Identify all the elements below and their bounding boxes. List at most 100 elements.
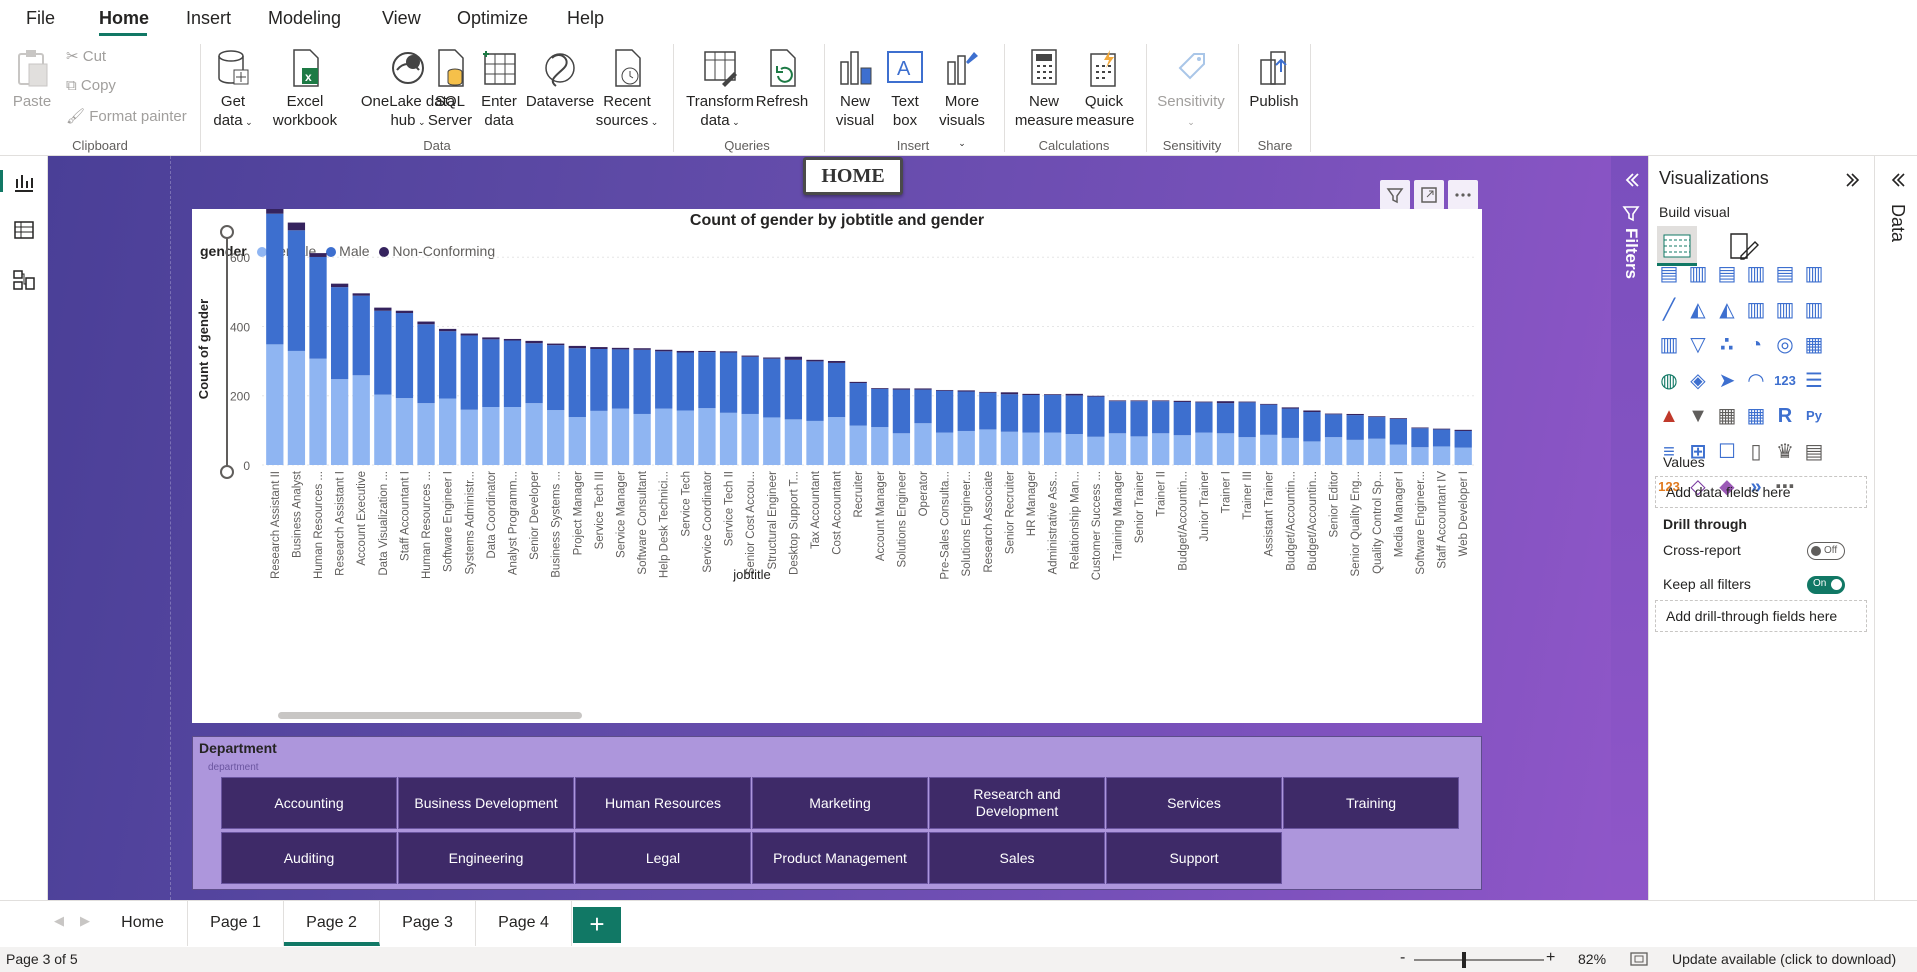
- azure-map-visual-icon[interactable]: ➤: [1715, 369, 1739, 393]
- recent-sources-button[interactable]: Recent sources ⌄: [594, 48, 660, 132]
- home-nav-button[interactable]: HOME: [803, 157, 903, 195]
- gauge-visual-icon[interactable]: ◠: [1744, 369, 1768, 393]
- funnel-visual-icon[interactable]: ▽: [1686, 333, 1710, 357]
- 100-bar-visual-icon[interactable]: ▤: [1773, 262, 1797, 286]
- new-visual-button[interactable]: New visual: [834, 48, 876, 130]
- tab-home[interactable]: Home: [98, 901, 188, 946]
- slicer-visual-icon[interactable]: ▼: [1686, 404, 1710, 428]
- paste-button[interactable]: Paste: [12, 48, 52, 111]
- filter-visual-button[interactable]: [1380, 180, 1410, 210]
- clustered-bar-visual-icon[interactable]: ▤: [1715, 262, 1739, 286]
- filled-map-visual-icon[interactable]: ◈: [1686, 369, 1710, 393]
- tab-page-4[interactable]: Page 4: [476, 901, 572, 946]
- slicer-item-support[interactable]: Support: [1106, 832, 1282, 884]
- tab-page-2[interactable]: Page 2: [284, 901, 380, 946]
- data-pane-collapsed[interactable]: Data: [1875, 156, 1917, 900]
- expand-filters-icon[interactable]: [1621, 170, 1641, 190]
- format-painter-button[interactable]: 🖌 Format painter: [66, 107, 187, 125]
- zoom-out-icon[interactable]: -: [1400, 949, 1405, 967]
- filters-pane-collapsed[interactable]: Filters: [1611, 156, 1649, 900]
- matrix-visual-icon[interactable]: ▦: [1744, 404, 1768, 428]
- line-clustered-visual-icon[interactable]: ▥: [1773, 298, 1797, 322]
- paginated-visual-icon[interactable]: ▤: [1802, 440, 1826, 464]
- 100-column-visual-icon[interactable]: ▥: [1802, 262, 1826, 286]
- pie-visual-icon[interactable]: ◔: [1744, 333, 1768, 357]
- text-box-button[interactable]: A Text box: [884, 48, 926, 130]
- fit-to-page-icon[interactable]: [1630, 951, 1648, 967]
- donut-visual-icon[interactable]: ◎: [1773, 333, 1797, 357]
- stacked-column-visual-icon[interactable]: ▥: [1686, 262, 1710, 286]
- map-visual-icon[interactable]: ◍: [1657, 369, 1681, 393]
- waterfall-visual-icon[interactable]: ▥: [1657, 333, 1681, 357]
- add-page-button[interactable]: +: [573, 907, 621, 943]
- menu-home[interactable]: Home: [99, 8, 149, 29]
- metrics-visual-icon[interactable]: ♛: [1773, 440, 1797, 464]
- slicer-item-human-resources[interactable]: Human Resources: [575, 777, 751, 829]
- kpi-visual-icon[interactable]: ▲: [1657, 404, 1681, 428]
- tab-page-3[interactable]: Page 3: [380, 901, 476, 946]
- focus-mode-button[interactable]: [1414, 180, 1444, 210]
- menu-optimize[interactable]: Optimize: [457, 8, 528, 29]
- multi-row-card-visual-icon[interactable]: ☰: [1802, 369, 1826, 393]
- slicer-item-product-management[interactable]: Product Management: [752, 832, 928, 884]
- tab-page-1[interactable]: Page 1: [188, 901, 284, 946]
- smart-narrative-visual-icon[interactable]: ▯: [1744, 440, 1768, 464]
- copy-button[interactable]: ⧉ Copy: [66, 77, 116, 94]
- transform-data-button[interactable]: Transform data ⌄: [684, 48, 756, 132]
- expand-data-icon[interactable]: [1887, 170, 1907, 190]
- slicer-item-sales[interactable]: Sales: [929, 832, 1105, 884]
- get-data-button[interactable]: Get data ⌄: [210, 48, 256, 132]
- publish-button[interactable]: Publish: [1246, 48, 1302, 111]
- collapse-pane-icon[interactable]: [1843, 170, 1863, 190]
- menu-help[interactable]: Help: [567, 8, 604, 29]
- stacked-area-visual-icon[interactable]: ◭: [1715, 298, 1739, 322]
- horizontal-scrollbar[interactable]: [278, 712, 582, 719]
- previous-page-icon[interactable]: ◀: [54, 913, 64, 929]
- menu-view[interactable]: View: [382, 8, 421, 29]
- more-options-button[interactable]: [1448, 180, 1478, 210]
- drill-through-field-well[interactable]: Add drill-through fields here: [1655, 600, 1867, 632]
- slicer-item-training[interactable]: Training: [1283, 777, 1459, 829]
- report-view-icon[interactable]: [12, 170, 36, 194]
- menu-file[interactable]: File: [26, 8, 55, 29]
- line-visual-icon[interactable]: ╱: [1657, 298, 1681, 322]
- keep-all-filters-toggle[interactable]: On: [1807, 576, 1845, 594]
- more-visuals-button[interactable]: More visuals ⌄: [936, 48, 988, 153]
- sensitivity-button[interactable]: Sensitivity ⌄: [1154, 48, 1228, 132]
- slicer-item-engineering[interactable]: Engineering: [398, 832, 574, 884]
- clustered-column-visual-icon[interactable]: ▥: [1744, 262, 1768, 286]
- slicer-item-research-and-development[interactable]: Research and Development: [929, 777, 1105, 829]
- refresh-button[interactable]: Refresh: [754, 48, 810, 111]
- cross-report-toggle[interactable]: Off: [1807, 542, 1845, 560]
- area-visual-icon[interactable]: ◭: [1686, 298, 1710, 322]
- excel-workbook-button[interactable]: x Excel workbook: [272, 48, 338, 130]
- slicer-item-accounting[interactable]: Accounting: [221, 777, 397, 829]
- cut-button[interactable]: ✂ Cut: [66, 47, 106, 65]
- model-view-icon[interactable]: [12, 268, 36, 292]
- qa-visual-icon[interactable]: ☐: [1715, 440, 1739, 464]
- zoom-in-icon[interactable]: +: [1546, 949, 1555, 967]
- next-page-icon[interactable]: ▶: [80, 913, 90, 929]
- slicer-item-legal[interactable]: Legal: [575, 832, 751, 884]
- sql-server-button[interactable]: SQL Server: [426, 48, 474, 130]
- slicer-item-auditing[interactable]: Auditing: [221, 832, 397, 884]
- card-visual-icon[interactable]: 123: [1773, 369, 1797, 393]
- table-view-icon[interactable]: [12, 218, 36, 242]
- new-measure-button[interactable]: New measure: [1014, 48, 1074, 130]
- slicer-item-marketing[interactable]: Marketing: [752, 777, 928, 829]
- python-visual-icon[interactable]: Py: [1802, 404, 1826, 428]
- table-visual-icon[interactable]: ▦: [1715, 404, 1739, 428]
- enter-data-button[interactable]: Enter data: [478, 48, 520, 130]
- r-script-visual-icon[interactable]: R: [1773, 404, 1797, 428]
- build-visual-tab[interactable]: [1657, 226, 1697, 266]
- line-column-visual-icon[interactable]: ▥: [1744, 298, 1768, 322]
- menu-insert[interactable]: Insert: [186, 8, 231, 29]
- zoom-slider[interactable]: [1414, 959, 1544, 961]
- stacked-column-chart[interactable]: Count of gender by jobtitle and gender g…: [192, 209, 1482, 723]
- ribbon-visual-icon[interactable]: ▥: [1802, 298, 1826, 322]
- quick-measure-button[interactable]: Quick measure: [1076, 48, 1134, 130]
- scatter-visual-icon[interactable]: ∴: [1715, 333, 1739, 357]
- treemap-visual-icon[interactable]: ▦: [1802, 333, 1826, 357]
- zoom-slider-thumb[interactable]: [1462, 952, 1466, 968]
- update-available-link[interactable]: Update available (click to download): [1672, 951, 1896, 967]
